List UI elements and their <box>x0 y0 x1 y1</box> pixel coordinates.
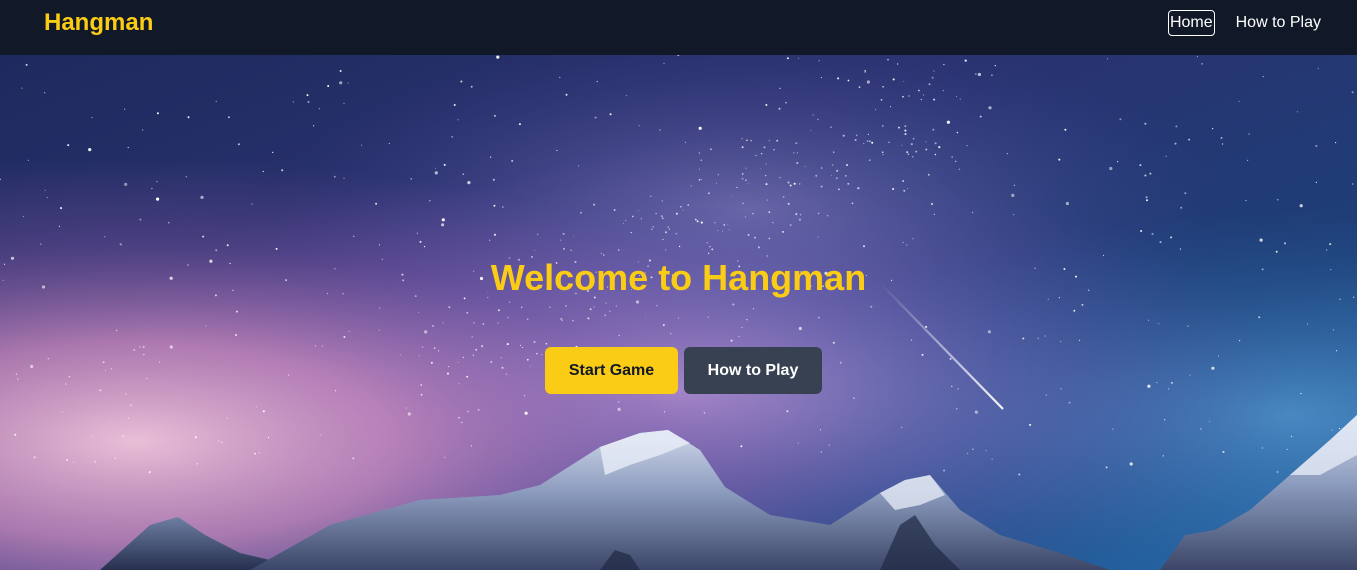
top-navbar: Hangman Home How to Play <box>0 0 1357 55</box>
starry-sky-background <box>0 55 1357 570</box>
start-game-button[interactable]: Start Game <box>545 347 678 394</box>
nav-link-how-to-play[interactable]: How to Play <box>1234 10 1323 36</box>
hero-title: Welcome to Hangman <box>490 257 867 298</box>
hero-buttons: Start Game How to Play <box>545 347 822 394</box>
how-to-play-button[interactable]: How to Play <box>684 347 822 394</box>
nav-links: Home How to Play <box>1167 10 1323 36</box>
hero-section: Welcome to Hangman Start Game How to Pla… <box>0 55 1357 570</box>
nav-link-home[interactable]: Home <box>1167 10 1215 36</box>
brand-logo[interactable]: Hangman <box>44 9 153 37</box>
